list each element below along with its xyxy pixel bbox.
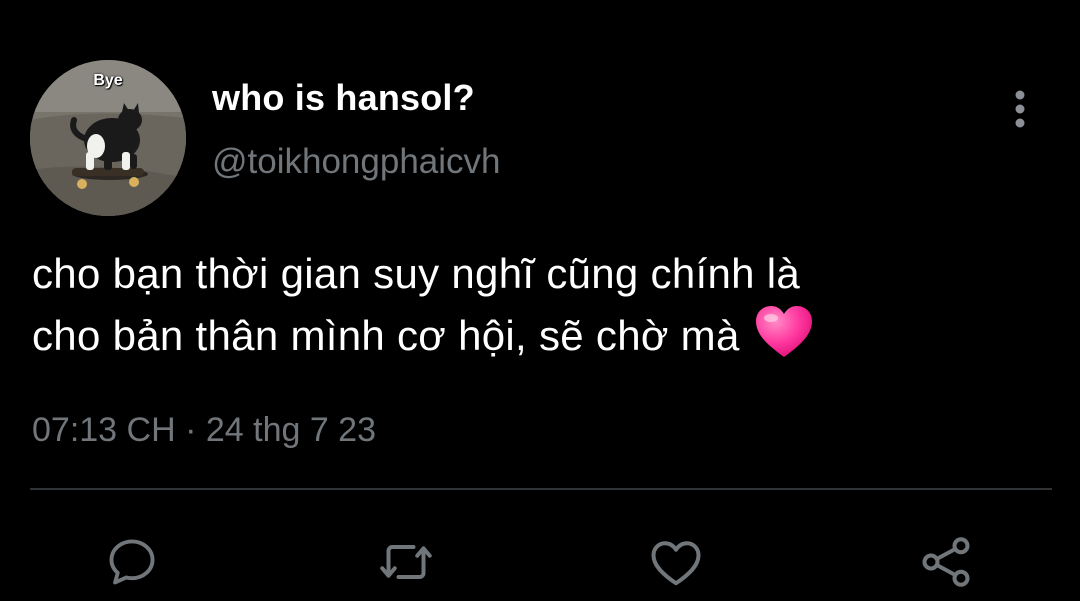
like-icon bbox=[651, 541, 701, 586]
tweet-text-line-1: cho bạn thời gian suy nghĩ cũng chính là bbox=[32, 250, 801, 297]
user-handle[interactable]: @toikhongphaicvh bbox=[212, 142, 501, 182]
display-name[interactable]: who is hansol? bbox=[212, 77, 475, 119]
tweet-text-line-2: cho bản thân mình cơ hội, sẽ chờ mà bbox=[32, 304, 1042, 366]
more-vertical-icon bbox=[1015, 90, 1025, 128]
avatar-caption: Bye bbox=[93, 72, 123, 89]
tweet: Bye who is hansol? @toikhongphaicvh cho … bbox=[0, 0, 1080, 601]
reply-button[interactable] bbox=[100, 530, 164, 594]
share-icon bbox=[922, 537, 970, 587]
tweet-text: cho bạn thời gian suy nghĩ cũng chính là… bbox=[32, 244, 1042, 366]
divider bbox=[30, 488, 1052, 490]
tweet-timestamp[interactable]: 07:13 CH · 24 thg 7 23 bbox=[32, 411, 376, 450]
pink-heart-icon bbox=[755, 306, 812, 357]
retweet-icon bbox=[380, 545, 432, 579]
tweet-text-line-2-content: cho bản thân mình cơ hội, sẽ chờ mà bbox=[32, 312, 740, 359]
retweet-button[interactable] bbox=[374, 530, 438, 594]
more-options-button[interactable] bbox=[1000, 86, 1040, 132]
like-button[interactable] bbox=[644, 530, 708, 594]
reply-icon bbox=[109, 539, 155, 585]
avatar[interactable]: Bye bbox=[30, 60, 186, 216]
share-button[interactable] bbox=[914, 530, 978, 594]
